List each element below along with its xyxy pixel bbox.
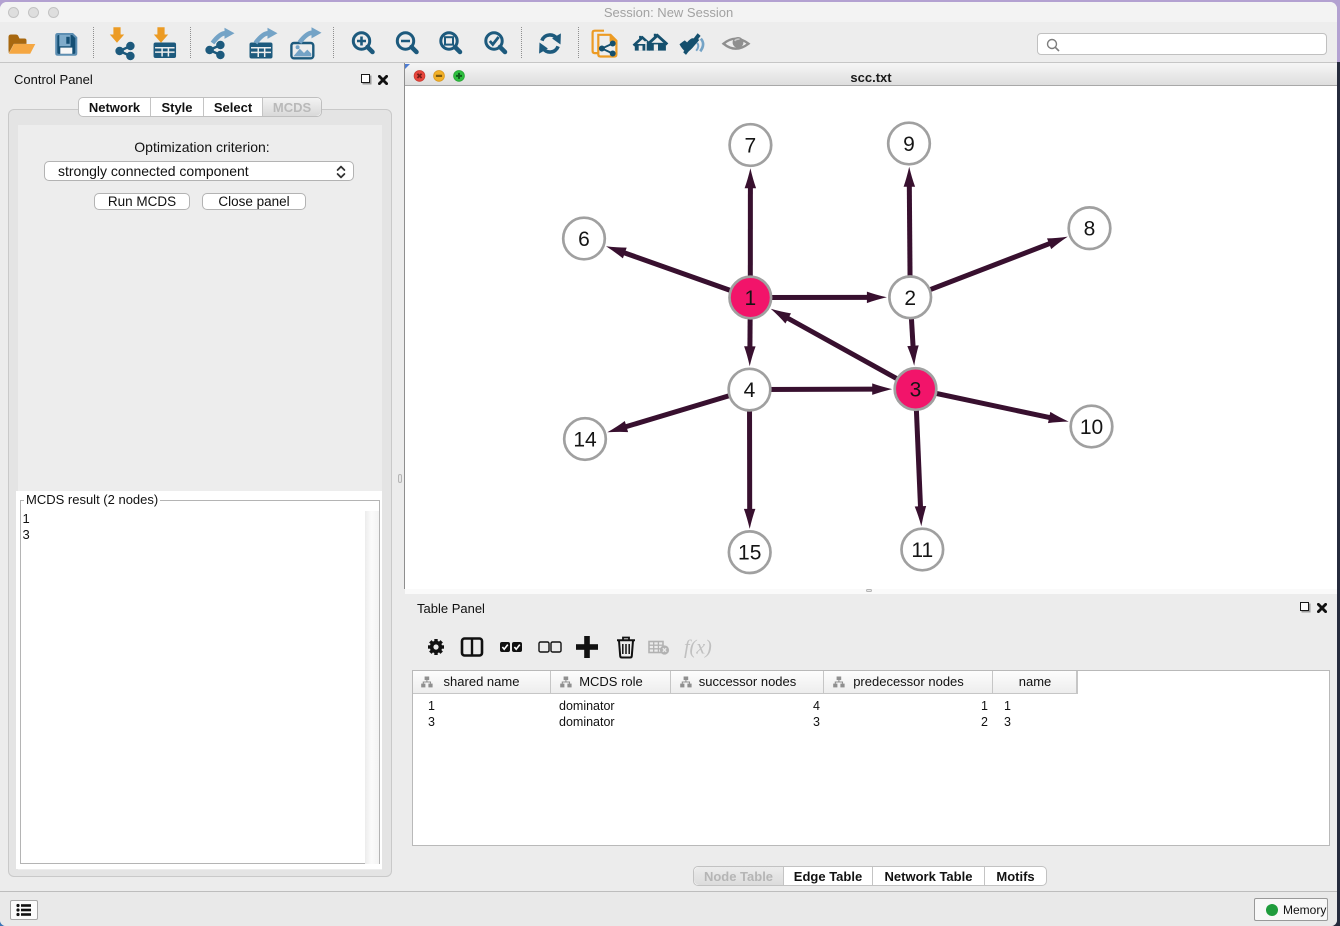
svg-text:2: 2 [904,287,916,310]
svg-text:14: 14 [573,429,597,452]
svg-text:7: 7 [745,135,757,158]
svg-text:11: 11 [911,539,933,562]
svg-text:10: 10 [1080,416,1103,439]
svg-text:8: 8 [1084,218,1096,241]
svg-text:9: 9 [903,133,915,156]
svg-text:1: 1 [744,287,756,310]
svg-text:15: 15 [738,542,761,565]
svg-text:3: 3 [910,379,922,402]
svg-text:f(x): f(x) [684,637,712,659]
svg-text:4: 4 [744,379,756,402]
svg-text:6: 6 [578,228,590,251]
